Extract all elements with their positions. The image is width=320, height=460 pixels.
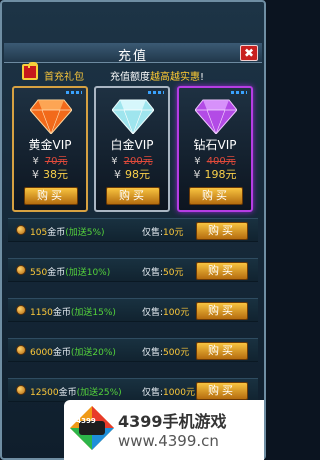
original-price: ¥70元	[32, 156, 68, 167]
card-indicator-dots	[231, 91, 247, 94]
buy-coin-pack-button[interactable]: 购买	[196, 382, 248, 400]
card-indicator-dots	[66, 91, 82, 94]
buy-diamond-vip-button[interactable]: 购买	[189, 187, 243, 205]
sale-price: ¥98元	[114, 168, 150, 181]
coin-icon	[16, 265, 26, 275]
vip-cards: 黄金VIP ¥70元 ¥38元 购买 白金VIP ¥200元 ¥98元 购买 钻…	[12, 86, 254, 212]
pack-price: 仅售:10元	[142, 228, 184, 238]
first-recharge-gift: 首充礼包 充值额度越高越实惠!	[16, 62, 256, 83]
buy-platinum-vip-button[interactable]: 购买	[106, 187, 160, 205]
coin-icon	[16, 345, 26, 355]
site-watermark: 4399 4399手机游戏 www.4399.cn	[64, 400, 264, 460]
close-button[interactable]: ✖	[240, 45, 258, 61]
vip-name: 黄金VIP	[28, 138, 72, 152]
pack-price: 仅售:1000元	[142, 388, 195, 398]
gift-label[interactable]: 首充礼包	[44, 68, 84, 83]
tip-highlight: 越高越实惠	[150, 72, 200, 83]
purple-diamond-icon	[195, 99, 237, 134]
sale-price: ¥38元	[32, 168, 68, 181]
vip-card-diamond: 钻石VIP ¥400元 ¥198元 购买	[177, 86, 253, 212]
recharge-tip: 充值额度越高越实惠!	[110, 68, 204, 83]
dialog-header: 充值 ✖	[4, 43, 262, 64]
coin-icon	[16, 225, 26, 235]
tip-suffix: !	[200, 72, 205, 83]
4399-logo-icon	[70, 406, 114, 450]
vip-name: 钻石VIP	[193, 138, 237, 152]
pack-price: 仅售:500元	[142, 348, 190, 358]
coin-amount: 105金币(加送5%)	[30, 228, 105, 238]
original-price: ¥400元	[194, 156, 236, 167]
watermark-title: 4399手机游戏	[118, 412, 227, 431]
gift-icon[interactable]	[22, 62, 38, 80]
buy-coin-pack-button[interactable]: 购买	[196, 262, 248, 280]
tip-prefix: 充值额度	[110, 72, 150, 83]
logo-text: 4399	[76, 417, 96, 425]
coin-amount: 1150金币(加送15%)	[30, 308, 116, 318]
coin-pack-row: 12500金币(加送25%) 仅售:1000元 购买	[8, 378, 258, 402]
coin-amount: 550金币(加送10%)	[30, 268, 111, 278]
coin-pack-row: 1150金币(加送15%) 仅售:100元 购买	[8, 298, 258, 322]
coin-amount: 12500金币(加送25%)	[30, 388, 122, 398]
buy-gold-vip-button[interactable]: 购买	[24, 187, 78, 205]
pack-price: 仅售:100元	[142, 308, 190, 318]
buy-coin-pack-button[interactable]: 购买	[196, 222, 248, 240]
gold-diamond-icon	[30, 99, 72, 134]
coin-amount: 6000金币(加送20%)	[30, 348, 116, 358]
pack-price: 仅售:50元	[142, 268, 184, 278]
platinum-diamond-icon	[112, 99, 154, 134]
vip-card-gold: 黄金VIP ¥70元 ¥38元 购买	[12, 86, 88, 212]
vip-name: 白金VIP	[110, 138, 154, 152]
coin-icon	[16, 385, 26, 395]
vip-card-platinum: 白金VIP ¥200元 ¥98元 购买	[94, 86, 170, 212]
coin-pack-row: 105金币(加送5%) 仅售:10元 购买	[8, 218, 258, 242]
watermark-url: www.4399.cn	[118, 432, 219, 450]
buy-coin-pack-button[interactable]: 购买	[196, 342, 248, 360]
buy-coin-pack-button[interactable]: 购买	[196, 302, 248, 320]
coin-pack-row: 6000金币(加送20%) 仅售:500元 购买	[8, 338, 258, 362]
coin-icon	[16, 305, 26, 315]
card-indicator-dots	[148, 91, 164, 94]
sale-price: ¥198元	[193, 168, 237, 181]
coin-pack-row: 550金币(加送10%) 仅售:50元 购买	[8, 258, 258, 282]
original-price: ¥200元	[111, 156, 153, 167]
